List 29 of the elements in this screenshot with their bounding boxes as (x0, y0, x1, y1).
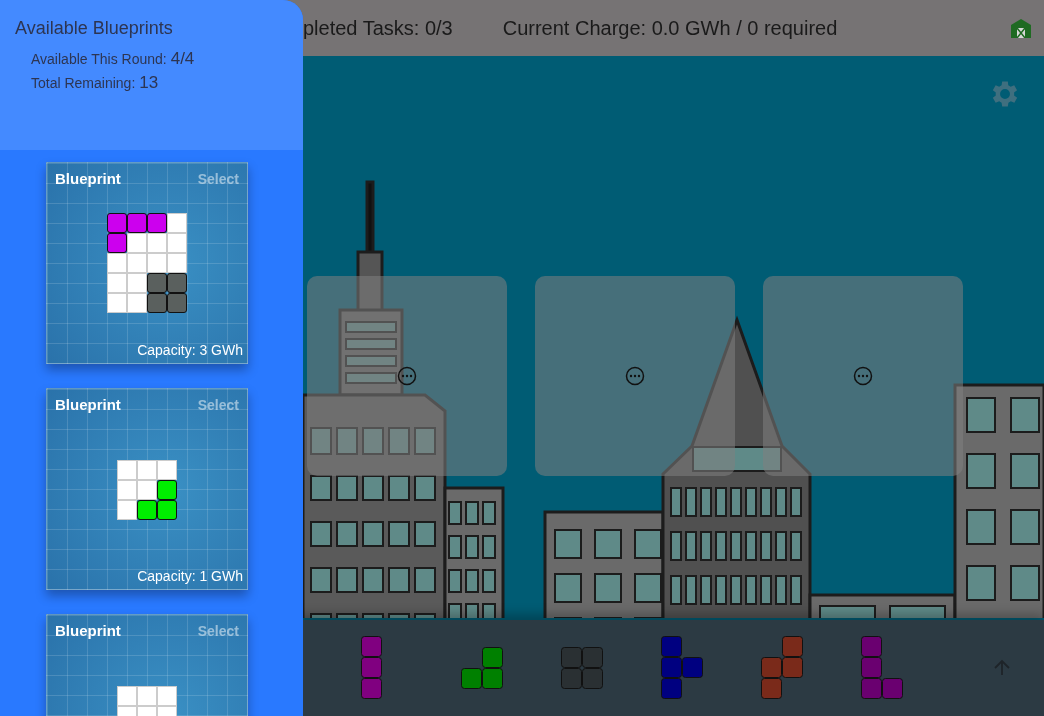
card-title: Blueprint (55, 396, 121, 413)
select-button[interactable]: Select (197, 396, 239, 413)
barn-icon[interactable] (1010, 18, 1032, 38)
stat-value: 13 (139, 73, 159, 93)
stat-label: Total Remaining: (31, 75, 136, 91)
build-slot[interactable] (307, 276, 507, 476)
build-slot[interactable] (763, 276, 963, 476)
more-icon (853, 366, 873, 386)
build-slot[interactable] (535, 276, 735, 476)
card-title: Blueprint (55, 170, 121, 187)
block-piece[interactable] (461, 646, 504, 690)
stat-value: 4/4 (170, 49, 195, 69)
block-piece[interactable] (761, 636, 804, 700)
up-arrow-icon[interactable] (993, 659, 1011, 677)
block-piece[interactable] (861, 636, 904, 700)
stat-label: Available This Round: (31, 51, 167, 67)
block-piece[interactable] (661, 636, 704, 700)
select-button[interactable]: Select (197, 622, 239, 639)
more-icon (625, 366, 645, 386)
charge-status: Current Charge: 0.0 GWh / 0 required (502, 16, 838, 40)
tasks-counter: pleted Tasks: 0/3 (303, 16, 453, 40)
card-title: Blueprint (55, 622, 121, 639)
select-button[interactable]: Select (197, 170, 239, 187)
panel-title: Available Blueprints (15, 18, 174, 39)
capacity-label: Capacity: 3 GWh (137, 342, 243, 358)
capacity-label: Capacity: 1 GWh (137, 568, 243, 584)
more-icon (397, 366, 417, 386)
block-piece[interactable] (361, 636, 383, 700)
block-piece[interactable] (561, 646, 604, 690)
